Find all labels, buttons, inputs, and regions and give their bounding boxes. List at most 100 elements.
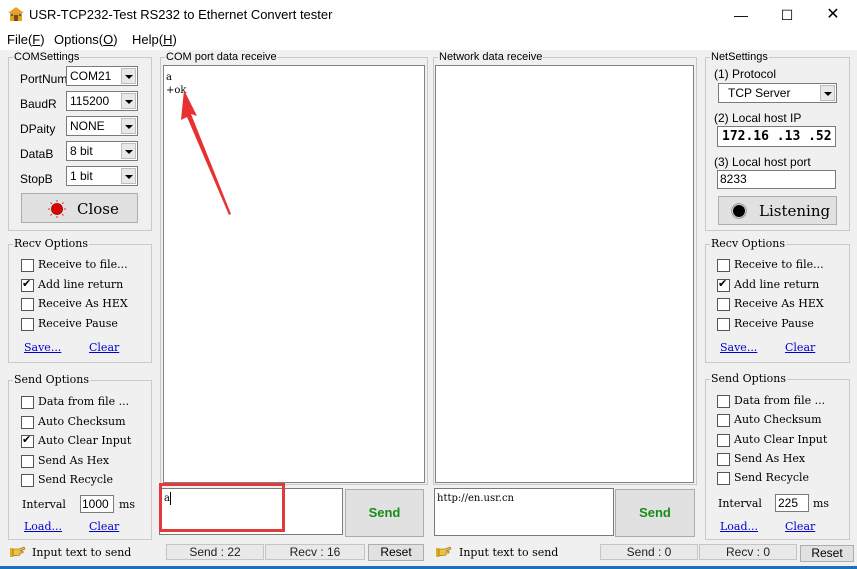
stopbits-label: StopB (20, 172, 53, 186)
checkbox-checked[interactable] (717, 277, 730, 292)
databits-label: DataB (20, 147, 54, 161)
menu-help[interactable]: Help(H) (132, 32, 177, 47)
right-send-clear-link[interactable]: Clear (785, 520, 815, 533)
com-receive-title: COM port data receive (165, 50, 278, 64)
app-house-icon (8, 7, 24, 21)
right-recv-clear-link[interactable]: Clear (785, 341, 815, 354)
checkbox-unchecked[interactable] (21, 317, 34, 331)
checkbox-unchecked[interactable] (717, 298, 730, 311)
listening-button[interactable]: Listening (718, 196, 837, 225)
local-port-label: (3) Local host port (714, 155, 811, 169)
left-load-link[interactable]: Load... (24, 520, 62, 533)
checkbox-label[interactable]: Data from file ... (734, 394, 825, 407)
minimize-button[interactable]: — (718, 0, 764, 30)
left-send-clear-link[interactable]: Clear (89, 520, 119, 533)
close-icon: ✕ (826, 6, 840, 23)
right-save-link[interactable]: Save... (720, 341, 757, 354)
databits-select[interactable]: 8 bit (66, 141, 138, 161)
checkbox-label[interactable]: Send As Hex (734, 452, 805, 465)
checkbox-label[interactable]: Receive to file... (734, 258, 824, 271)
portnum-select[interactable]: COM21 (66, 66, 138, 86)
net-send-button[interactable]: Send (615, 489, 695, 537)
checkbox-label[interactable]: Auto Checksum (734, 413, 822, 426)
menu-file[interactable]: File(F) (7, 32, 45, 47)
net-send-input[interactable]: http://en.usr.cn (434, 488, 614, 536)
checkbox-label[interactable]: Auto Clear Input (734, 433, 827, 446)
net-send-count: Send : 0 (600, 544, 698, 560)
menu-bar: File(F) Options(O) Help(H) (0, 30, 857, 50)
local-port-input[interactable]: 8233 (717, 170, 836, 189)
portnum-label: PortNum (20, 72, 68, 86)
chevron-down-icon (121, 68, 136, 84)
close-window-button[interactable]: ✕ (810, 0, 856, 30)
checkbox-label[interactable]: Add line return (38, 278, 123, 291)
local-ip-label: (2) Local host IP (714, 111, 802, 125)
checkbox-unchecked[interactable] (21, 415, 34, 429)
minimize-icon: — (734, 7, 748, 23)
checkbox-unchecked[interactable] (717, 395, 730, 408)
title-bar: USR-TCP232-Test RS232 to Ethernet Conver… (0, 0, 857, 30)
checkbox-label[interactable]: Receive As HEX (38, 297, 128, 310)
left-interval-input[interactable]: 1000 (80, 495, 114, 513)
checkbox-label[interactable]: Auto Checksum (38, 415, 126, 428)
checkbox-label[interactable]: Data from file ... (38, 395, 129, 408)
com-close-button[interactable]: Close (21, 193, 138, 223)
checkbox-label[interactable]: Receive Pause (38, 317, 118, 330)
maximize-icon: ☐ (780, 7, 794, 23)
checkbox-unchecked[interactable] (717, 452, 730, 466)
checkbox-label[interactable]: Send Recycle (38, 473, 113, 486)
baudrate-label: BaudR (20, 97, 57, 111)
protocol-select[interactable]: TCP Server (718, 83, 837, 103)
window-title: USR-TCP232-Test RS232 to Ethernet Conver… (29, 7, 333, 22)
chevron-down-icon (121, 143, 136, 159)
checkbox-unchecked[interactable] (21, 396, 34, 409)
checkbox-unchecked[interactable] (21, 454, 34, 468)
chevron-down-icon (121, 168, 136, 184)
checkbox-unchecked[interactable] (717, 433, 730, 447)
net-receive-title: Network data receive (438, 50, 544, 64)
com-reset-button[interactable]: Reset (368, 544, 424, 561)
left-save-link[interactable]: Save... (24, 341, 61, 354)
checkbox-unchecked[interactable] (21, 474, 34, 487)
net-receive-textarea[interactable] (435, 65, 694, 483)
checkbox-label[interactable]: Auto Clear Input (38, 434, 131, 447)
checkbox-label[interactable]: Receive Pause (734, 317, 814, 330)
left-interval-unit: ms (119, 498, 136, 511)
checkbox-label[interactable]: Send As Hex (38, 454, 109, 467)
net-reset-button[interactable]: Reset (800, 545, 854, 562)
checkbox-unchecked[interactable] (717, 317, 730, 331)
net-recv-count: Recv : 0 (699, 544, 797, 560)
checkbox-unchecked[interactable] (21, 259, 34, 272)
pointing-hand-icon (436, 546, 452, 557)
left-send-options-title: Send Options (13, 373, 91, 387)
com-close-label: Close (77, 200, 119, 218)
checkbox-unchecked[interactable] (717, 259, 730, 272)
checkbox-unchecked[interactable] (717, 472, 730, 486)
annotation-arrow-icon (181, 90, 231, 215)
com-recv-count: Recv : 16 (265, 544, 365, 560)
chevron-down-icon (121, 118, 136, 134)
baudrate-select[interactable]: 115200 (66, 91, 138, 111)
checkbox-unchecked[interactable] (717, 414, 730, 428)
net-hint-text: Input text to send (459, 546, 559, 559)
stopbits-select[interactable]: 1 bit (66, 166, 138, 186)
com-hint-text: Input text to send (32, 546, 132, 559)
com-send-button[interactable]: Send (345, 489, 424, 537)
checkbox-checked[interactable] (21, 277, 34, 292)
menu-options[interactable]: Options(O) (54, 32, 118, 47)
maximize-button[interactable]: ☐ (764, 0, 810, 30)
checkbox-unchecked[interactable] (21, 298, 34, 311)
checkbox-label[interactable]: Receive As HEX (734, 297, 824, 310)
right-load-link[interactable]: Load... (720, 520, 758, 533)
chevron-down-icon (820, 85, 835, 101)
checkbox-label[interactable]: Send Recycle (734, 471, 809, 484)
chevron-down-icon (121, 93, 136, 109)
checkbox-checked[interactable] (21, 433, 34, 448)
checkbox-label[interactable]: Add line return (734, 278, 819, 291)
net-settings-title: NetSettings (710, 50, 769, 64)
left-recv-clear-link[interactable]: Clear (89, 341, 119, 354)
parity-select[interactable]: NONE (66, 116, 138, 136)
local-ip-input[interactable]: 172.16 .13 .52 (717, 126, 836, 147)
right-interval-input[interactable]: 225 (775, 494, 809, 512)
checkbox-label[interactable]: Receive to file... (38, 258, 128, 271)
